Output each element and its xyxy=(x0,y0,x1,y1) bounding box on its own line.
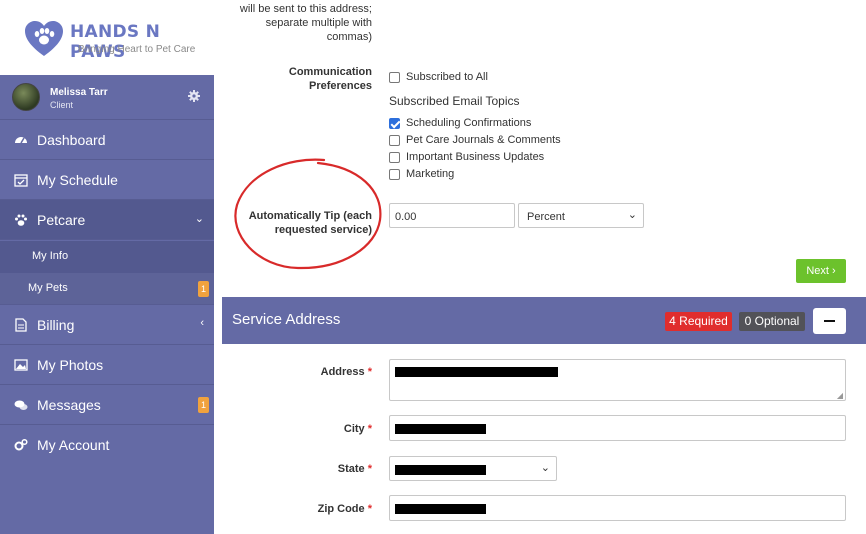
user-panel: Melissa Tarr Client xyxy=(0,75,214,120)
topic-marketing-checkbox[interactable]: Marketing xyxy=(389,167,454,181)
checkbox-label: Scheduling Confirmations xyxy=(406,117,532,129)
chat-icon xyxy=(14,400,28,410)
city-label: City * xyxy=(344,422,372,436)
email-note-line: will be sent to this address; xyxy=(239,3,372,15)
required-asterisk: * xyxy=(367,423,372,435)
redacted-value xyxy=(395,424,486,434)
checkbox-label: Pet Care Journals & Comments xyxy=(406,134,561,146)
checkbox-label: Subscribed to All xyxy=(406,71,488,83)
zip-code-input[interactable] xyxy=(389,495,846,521)
heart-paw-logo-icon xyxy=(25,21,63,56)
email-note-line: commas) xyxy=(326,31,372,43)
required-asterisk: * xyxy=(367,463,372,475)
label-text: Zip Code xyxy=(317,503,365,515)
sidebar-item-label: Dashboard xyxy=(37,132,106,148)
checkbox[interactable] xyxy=(389,134,400,146)
checkbox[interactable] xyxy=(389,71,400,83)
address-textarea[interactable]: ◢ xyxy=(389,359,846,401)
user-role: Client xyxy=(50,100,74,110)
tip-amount-input[interactable]: 0.00 xyxy=(389,203,515,228)
sidebar: HANDS N PAWS Bringing Heart to Pet Care … xyxy=(0,0,214,534)
label-text: State xyxy=(337,463,365,475)
required-asterisk: * xyxy=(367,503,372,515)
state-label: State * xyxy=(338,462,372,476)
chevron-down-icon: ⌄ xyxy=(540,462,550,474)
brand-tagline: Bringing Heart to Pet Care xyxy=(78,44,196,55)
city-input[interactable] xyxy=(389,415,846,441)
checkbox-checked[interactable] xyxy=(389,117,400,129)
messages-count-badge: 1 xyxy=(198,397,209,413)
sidebar-item-label: Petcare xyxy=(37,212,86,228)
sidebar-subitem-label: My Info xyxy=(32,250,69,262)
sidebar-item-photos[interactable]: My Photos xyxy=(0,345,214,385)
zip-code-label: Zip Code * xyxy=(318,502,372,516)
chevron-down-icon: ⌄ xyxy=(194,213,204,225)
redacted-value xyxy=(395,465,486,475)
sidebar-item-label: Messages xyxy=(37,397,101,413)
document-icon xyxy=(15,318,27,332)
sidebar-subitem-my-info[interactable]: My Info xyxy=(0,241,214,273)
user-name: Melissa Tarr xyxy=(50,87,108,98)
dashboard-icon xyxy=(15,137,27,144)
paw-icon xyxy=(15,214,27,226)
checkbox[interactable] xyxy=(389,168,400,180)
image-icon xyxy=(14,359,28,371)
sidebar-item-label: My Account xyxy=(37,437,110,453)
pets-count-badge: 1 xyxy=(198,281,209,297)
calendar-icon xyxy=(14,174,28,187)
topic-business-updates-checkbox[interactable]: Important Business Updates xyxy=(389,150,544,164)
required-count-badge: 4 Required xyxy=(665,312,732,331)
checkbox[interactable] xyxy=(389,151,400,163)
sidebar-item-label: My Schedule xyxy=(37,172,118,188)
red-circle-annotation xyxy=(234,158,382,270)
topic-scheduling-checkbox[interactable]: Scheduling Confirmations xyxy=(389,116,531,130)
sidebar-item-dashboard[interactable]: Dashboard xyxy=(0,120,214,160)
sidebar-item-label: My Photos xyxy=(37,357,104,373)
label-text: City xyxy=(343,423,365,435)
required-asterisk: * xyxy=(367,366,372,378)
collapse-button[interactable] xyxy=(813,308,846,334)
avatar[interactable] xyxy=(12,83,40,111)
communication-preferences-label: Communication Preferences xyxy=(289,65,372,93)
label-line: Communication xyxy=(288,66,372,78)
sidebar-item-account[interactable]: My Account xyxy=(0,425,214,465)
sidebar-item-messages[interactable]: Messages 1 xyxy=(0,385,214,425)
redacted-value xyxy=(395,367,558,377)
address-label: Address * xyxy=(321,365,372,379)
sidebar-item-label: Billing xyxy=(37,317,75,333)
sidebar-subitem-label: My Pets xyxy=(28,282,68,294)
logo[interactable]: HANDS N PAWS Bringing Heart to Pet Care xyxy=(0,0,214,75)
chevron-down-icon: ⌄ xyxy=(627,209,637,221)
next-button[interactable]: Next › xyxy=(796,259,846,283)
tip-unit-select[interactable]: Percent ⌄ xyxy=(518,203,644,228)
email-note-line: separate multiple with xyxy=(265,17,372,29)
select-value: Percent xyxy=(527,211,565,223)
chevron-left-icon: ‹ xyxy=(200,317,204,329)
section-title: Service Address xyxy=(232,311,341,328)
checkbox-label: Important Business Updates xyxy=(406,151,545,163)
sidebar-item-billing[interactable]: Billing ‹ xyxy=(0,305,214,345)
resize-handle-icon[interactable]: ◢ xyxy=(837,391,843,400)
email-topics-heading: Subscribed Email Topics xyxy=(389,94,520,108)
topic-journals-checkbox[interactable]: Pet Care Journals & Comments xyxy=(389,133,561,147)
subscribed-all-checkbox[interactable]: Subscribed to All xyxy=(389,70,488,84)
label-text: Address xyxy=(320,366,365,378)
state-select[interactable]: ⌄ xyxy=(389,456,557,481)
sidebar-item-schedule[interactable]: My Schedule xyxy=(0,160,214,200)
gear-icon[interactable] xyxy=(188,90,200,102)
brand-title: HANDS N PAWS xyxy=(70,22,161,62)
checkbox-label: Marketing xyxy=(406,168,455,180)
label-line: Preferences xyxy=(309,80,372,92)
cogs-icon xyxy=(14,438,28,451)
optional-count-badge: 0 Optional xyxy=(739,312,805,331)
redacted-value xyxy=(395,504,486,514)
email-note: will be sent to this address; separate m… xyxy=(240,2,372,44)
sidebar-item-petcare[interactable]: Petcare ⌄ xyxy=(0,200,214,240)
service-address-header: Service Address 4 Required 0 Optional xyxy=(222,297,866,344)
sidebar-subitem-my-pets[interactable]: My Pets 1 xyxy=(0,273,214,305)
